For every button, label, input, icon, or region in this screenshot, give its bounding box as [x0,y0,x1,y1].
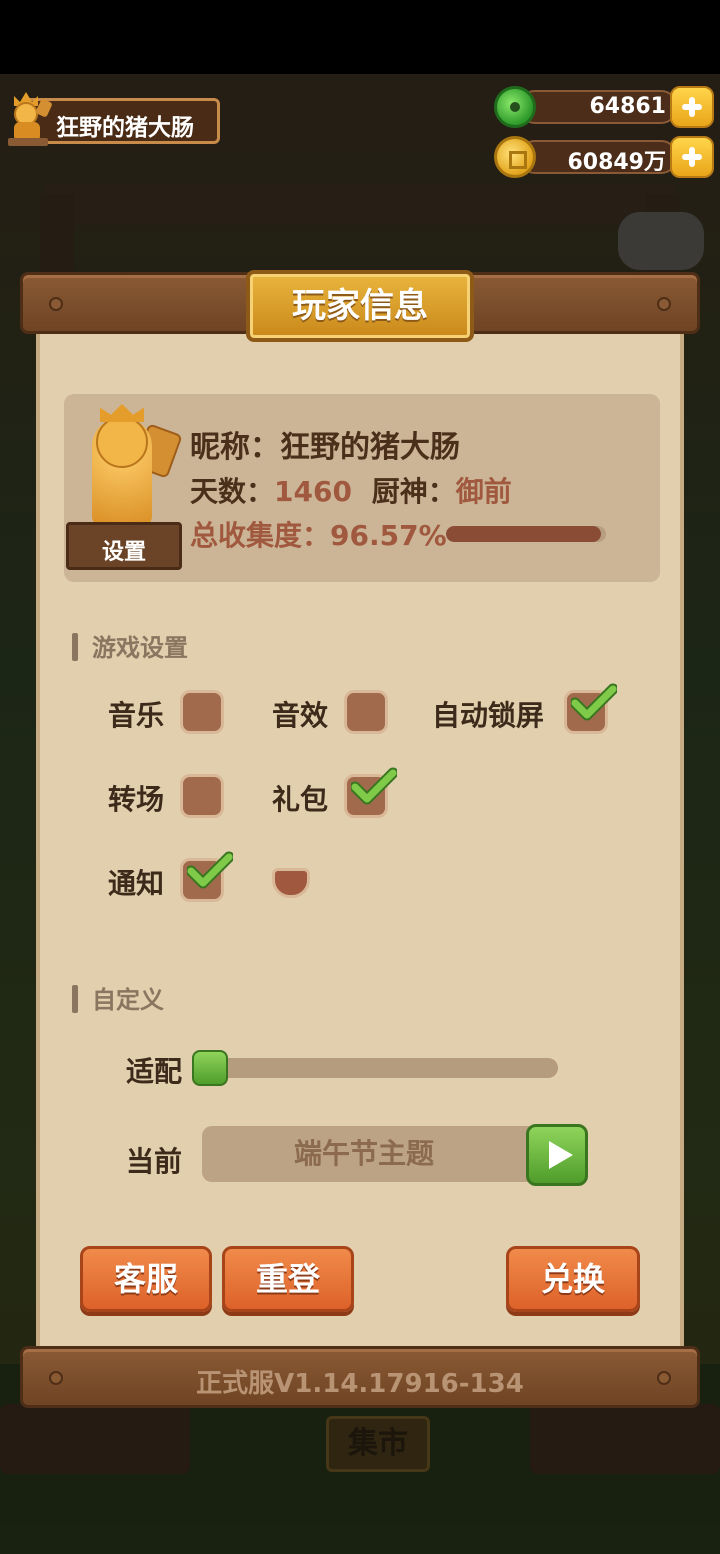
option-sfx[interactable]: 音效 [272,690,392,736]
option-notification-label: 通知 [108,867,165,900]
chef-statue-icon [8,92,52,146]
gold-counter: 60849万 [494,136,714,178]
sfx-checkbox[interactable] [344,690,388,734]
chef-label: 厨神： [371,475,456,508]
panel-title: 玩家信息 [292,286,428,326]
option-giftpack-label: 礼包 [272,783,329,816]
game-settings-heading: 游戏设置 [72,628,188,663]
option-transition[interactable]: 转场 [108,774,228,820]
check-icon [187,851,233,889]
adapt-slider-knob[interactable] [192,1050,228,1086]
collection-progress-fill [446,526,601,542]
check-icon [351,767,397,805]
crown-icon [100,404,144,422]
option-autolock[interactable]: 自动锁屏 [432,683,622,736]
jade-counter: 64861 [494,86,714,128]
option-sfx-label: 音效 [272,699,329,732]
transition-checkbox[interactable] [180,774,224,818]
option-music-label: 音乐 [108,699,165,732]
autolock-checkbox[interactable] [564,683,617,734]
gold-value: 60849万 [567,150,666,175]
current-theme-label: 当前 [126,1145,183,1178]
statue-head [96,416,148,468]
days-label: 天数： [190,475,275,508]
player-chip[interactable]: 狂野的猪大肠 [4,90,220,148]
collection-value: 96.57% [330,519,447,552]
chef-value: 御前 [455,475,512,508]
option-notification[interactable]: 通知 [108,851,238,904]
nickname-value: 狂野的猪大肠 [280,430,460,465]
bolt-icon [657,297,671,311]
nickname-line: 昵称：狂野的猪大肠 [190,422,460,466]
jade-value: 64861 [589,94,666,119]
giftpack-checkbox[interactable] [344,767,397,818]
current-theme-value: 端午节主题 [293,1137,434,1170]
option-music[interactable]: 音乐 [108,690,228,736]
relogin-button[interactable]: 重登 [222,1246,354,1312]
add-jade-button[interactable] [670,86,714,128]
notification-checkbox[interactable] [180,851,233,902]
panel-title-plate: 玩家信息 [246,270,474,342]
custom-heading: 自定义 [72,980,164,1015]
theme-next-button[interactable] [526,1124,588,1186]
player-name: 狂野的猪大肠 [56,115,194,141]
redeem-button[interactable]: 兑换 [506,1246,640,1312]
collection-line: 总收集度：96.57% [190,514,447,554]
version-label: 正式服V1.14.17916-134 [196,1369,524,1399]
option-giftpack[interactable]: 礼包 [272,767,402,820]
adapt-slider-track[interactable] [200,1058,558,1078]
days-line: 天数：1460 厨神：御前 [190,470,512,510]
settings-button[interactable]: 设置 [66,534,182,566]
days-value: 1460 [274,475,352,508]
collection-progress-bar [446,526,606,542]
jade-icon [494,86,536,128]
option-autolock-label: 自动锁屏 [432,699,545,732]
theme-selector[interactable]: 端午节主题 [202,1126,546,1182]
adapt-label: 适配 [126,1055,183,1088]
panel-bottom-beam: 正式服V1.14.17916-134 [20,1346,700,1408]
collection-label: 总收集度： [190,519,331,552]
gold-coin-icon [494,136,536,178]
music-checkbox[interactable] [180,690,224,734]
add-gold-button[interactable] [670,136,714,178]
chef-statue-avatar[interactable]: 设置 [66,404,183,570]
check-icon [571,683,617,721]
option-transition-label: 转场 [108,783,165,816]
customer-service-button[interactable]: 客服 [80,1246,212,1312]
bolt-icon [49,297,63,311]
nickname-label: 昵称： [190,430,280,465]
